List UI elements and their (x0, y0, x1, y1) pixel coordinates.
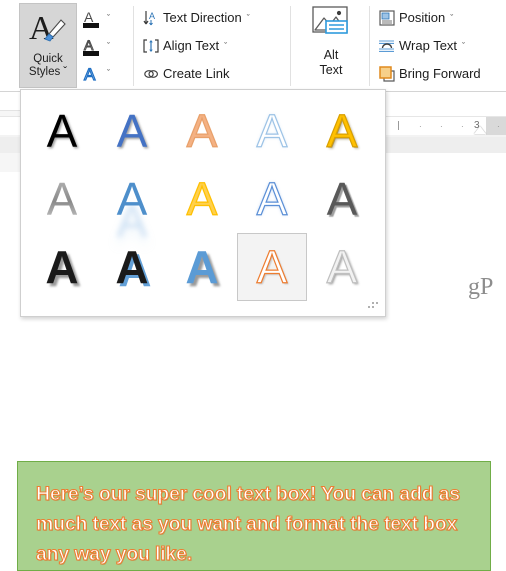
chevron-down-icon[interactable]: ˇ (107, 42, 110, 51)
text-fill-icon: A (80, 8, 102, 30)
alt-text-label-line2: Text (319, 63, 343, 77)
create-link-button[interactable]: Create Link (141, 60, 229, 87)
wordart-style-glyph: A (326, 105, 358, 157)
wordart-style-outline-orange-hollow[interactable]: A (237, 233, 307, 301)
document-text-box[interactable]: Here’s our super cool text box! You can … (17, 461, 491, 571)
group-divider (369, 6, 370, 86)
wordart-style-fill-black-blue-shadow[interactable]: A (97, 233, 167, 301)
alt-text-picture-icon (308, 3, 354, 48)
text-direction-button[interactable]: A Text Direction ˇ (141, 4, 250, 31)
ruler-tick: · (497, 122, 500, 131)
svg-text:A: A (29, 10, 54, 47)
alt-text-button[interactable]: Alt Text (300, 3, 362, 88)
wordart-style-glyph: A (326, 173, 358, 225)
alt-text-label-line1: Alt (323, 48, 339, 62)
align-text-icon (141, 37, 161, 55)
bring-forward-button[interactable]: Bring Forward (377, 60, 481, 87)
left-panel-top (0, 92, 20, 111)
position-button[interactable]: Position ˇ (377, 4, 453, 31)
wordart-style-fill-blue-reflection[interactable]: A (97, 165, 167, 233)
text-outline-button[interactable]: A ˇ (80, 33, 128, 60)
wordart-style-glyph: A (116, 105, 148, 157)
align-text-label: Align Text (163, 38, 220, 53)
text-direction-label: Text Direction (163, 10, 242, 25)
wordart-style-glyph: A (116, 173, 148, 225)
chevron-down-icon[interactable]: ˇ (107, 69, 110, 78)
chevron-down-icon[interactable]: ˇ (450, 13, 453, 23)
wordart-style-glyph: A (186, 173, 218, 225)
wordart-style-fill-gold-outline[interactable]: A (167, 165, 237, 233)
align-text-button[interactable]: Align Text ˇ (141, 32, 227, 59)
wordart-style-glyph: A (326, 241, 358, 293)
wordart-style-fill-black-bold-shadow[interactable]: A (27, 233, 97, 301)
wordart-style-glyph: A (46, 173, 78, 225)
chevron-down-icon[interactable]: ˇ (224, 41, 227, 51)
wordart-style-fill-black-shadow[interactable]: A (27, 97, 97, 165)
wordart-brush-icon: A (27, 8, 69, 53)
indent-marker[interactable] (474, 126, 486, 134)
group-divider (290, 6, 291, 86)
text-effects-icon: A (80, 63, 102, 85)
text-box-content[interactable]: Here’s our super cool text box! You can … (35, 479, 472, 569)
chevron-down-icon[interactable]: ˇ (247, 13, 250, 23)
wordart-style-fill-grey-gradient[interactable]: A (27, 165, 97, 233)
text-effects-button[interactable]: A ˇ (80, 60, 128, 87)
page-watermark: gP (468, 274, 494, 300)
wrap-text-label: Wrap Text (399, 38, 458, 53)
quick-styles-button[interactable]: A Quick Styles ˇ (19, 3, 77, 88)
wordart-style-glyph: A (45, 241, 79, 293)
quick-styles-label-line2: Styles ˇ (29, 66, 67, 79)
wordart-style-outline-blue-hollow[interactable]: A (237, 165, 307, 233)
wordart-style-grid: AAAAAAAAAAAAAAA (27, 97, 379, 301)
svg-text:A: A (84, 65, 96, 84)
wordart-style-fill-white-grey-shadow[interactable]: A (307, 233, 377, 301)
wordart-style-glyph: A (185, 241, 219, 293)
wordart-style-outline-lightblue-hollow[interactable]: A (237, 97, 307, 165)
ruler-tick: · (461, 122, 464, 131)
quick-styles-label-line1: Quick (33, 53, 63, 65)
create-link-icon (141, 65, 161, 83)
wordart-style-glyph: A (115, 241, 149, 293)
ruler-tick: · (419, 122, 422, 131)
text-direction-icon: A (141, 9, 161, 27)
resize-grip-icon[interactable] (368, 300, 378, 309)
wordart-style-glyph: A (186, 105, 218, 157)
wordart-style-fill-blue-shadow-bold[interactable]: A (167, 233, 237, 301)
wordart-style-glyph: A (46, 105, 78, 157)
wrap-text-button[interactable]: Wrap Text ˇ (377, 32, 465, 59)
ruler-tick-bar (398, 121, 399, 130)
ruler-tick: · (440, 122, 443, 131)
chevron-down-icon[interactable]: ˇ (107, 14, 110, 23)
svg-text:A: A (84, 37, 94, 53)
quick-styles-label-text: Styles (28, 66, 61, 78)
create-link-label: Create Link (163, 66, 230, 81)
text-outline-icon: A (80, 36, 102, 58)
wordart-style-glyph: A (256, 241, 288, 293)
ruler-margin-area (486, 117, 506, 135)
wordart-style-glyph: A (256, 173, 288, 225)
group-divider (133, 6, 134, 86)
wordart-style-fill-darkgrey-bevel[interactable]: A (307, 165, 377, 233)
svg-text:A: A (84, 9, 94, 25)
wordart-style-fill-peach-outline[interactable]: A (167, 97, 237, 165)
bring-forward-label: Bring Forward (399, 66, 481, 81)
wordart-style-fill-blue-shadow[interactable]: A (97, 97, 167, 165)
wordart-style-glyph: A (256, 105, 288, 157)
wordart-style-fill-gold-bevel[interactable]: A (307, 97, 377, 165)
wordart-quick-styles-gallery[interactable]: AAAAAAAAAAAAAAA (20, 89, 386, 317)
position-icon (377, 9, 397, 27)
svg-text:A: A (149, 11, 155, 21)
ribbon-shape-format: A Quick Styles ˇ A ˇ A ˇ A ˇ A Text Dire… (0, 0, 506, 92)
chevron-down-icon[interactable]: ˇ (462, 41, 465, 51)
chevron-down-icon[interactable]: ˇ (63, 66, 67, 79)
position-label: Position (399, 10, 446, 25)
bring-forward-icon (377, 65, 397, 83)
text-fill-button[interactable]: A ˇ (80, 5, 128, 32)
wrap-text-icon (377, 37, 397, 55)
